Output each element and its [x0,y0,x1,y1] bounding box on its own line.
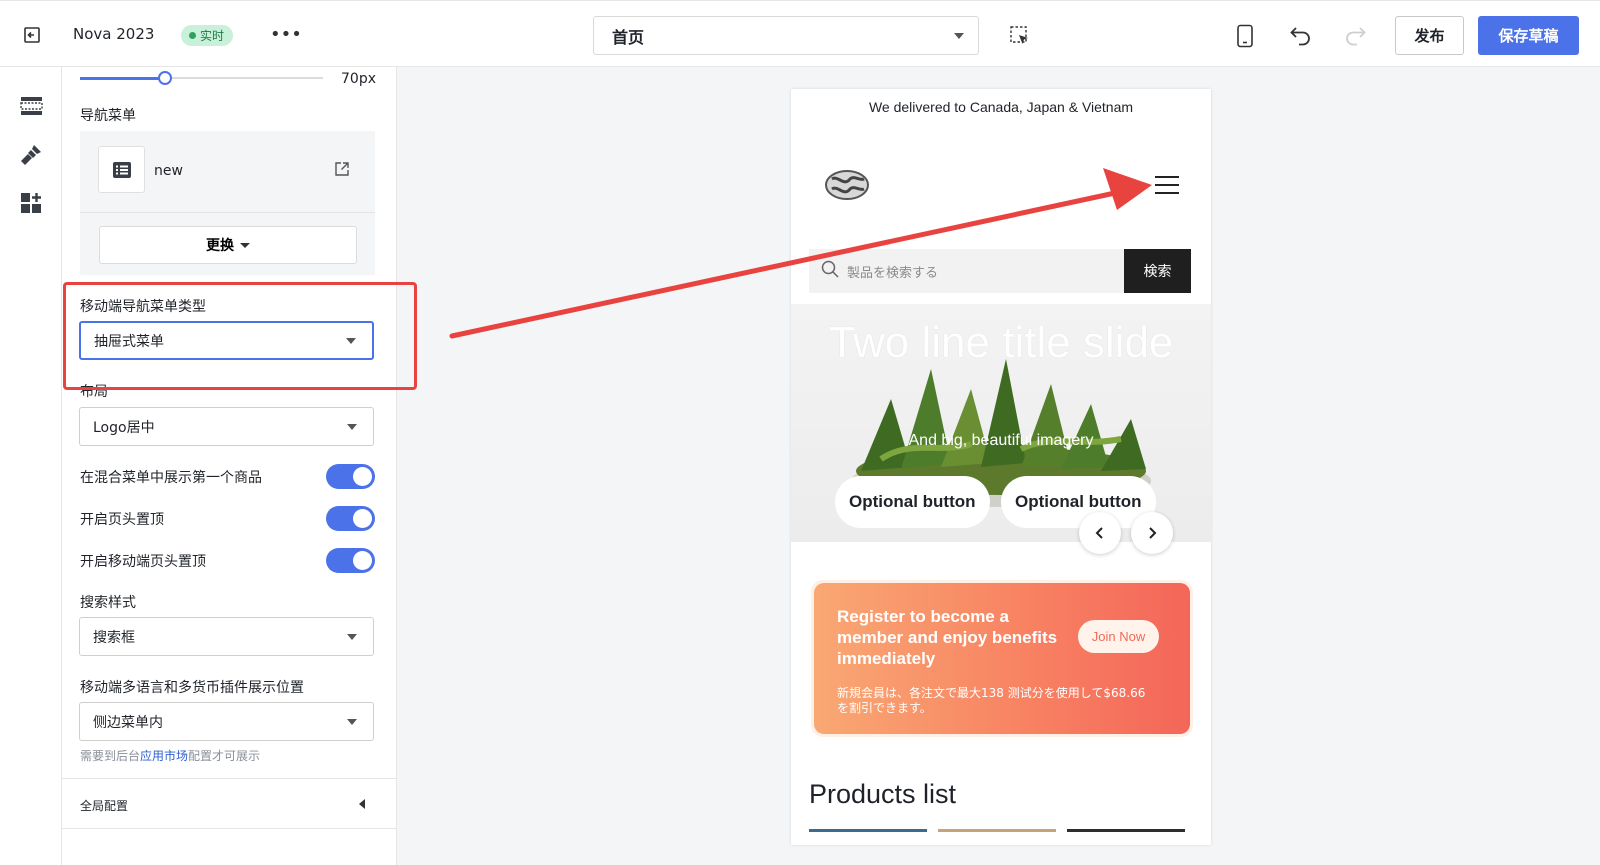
top-toolbar: Nova 2023 实时 ••• 首页 发布 保存草稿 [0,0,1600,67]
cart-icon[interactable] [1104,171,1128,195]
external-link-icon[interactable] [334,161,350,177]
search-icon [821,260,839,282]
live-dot-icon [189,32,196,39]
plugin-position-select[interactable]: 侧边菜单内 [79,702,374,741]
plugin-position-label: 移动端多语言和多货币插件展示位置 [80,680,304,696]
chevron-down-icon [346,337,356,344]
logo-width-value: 70px [341,71,376,87]
product-thumbnail[interactable] [1067,829,1185,845]
toggle-label-mobile-sticky-header: 开启移动端页头置顶 [80,554,206,570]
mobile-menu-type-value: 抽屉式菜单 [94,333,164,350]
sections-icon[interactable] [20,94,43,117]
member-promo-banner: Register to become a member and enjoy be… [811,580,1193,737]
caret-down-icon [240,242,250,248]
layout-value: Logo居中 [93,419,155,436]
toggle-knob [353,467,372,486]
nav-menu-label: 导航菜单 [80,108,136,124]
chevron-down-icon [347,423,357,430]
product-thumbnail[interactable] [809,829,927,845]
global-config-label: 全局配置 [80,799,129,813]
hero-slideshow: Two line title slide And big, beautiful … [791,304,1211,542]
page-selector[interactable]: 首页 [593,16,979,55]
mobile-menu-type-label: 移动端导航菜单类型 [80,299,206,315]
hint-prefix: 需要到后台 [80,749,141,763]
chevron-left-icon [1095,527,1103,539]
app-market-link[interactable]: 应用市场 [140,749,188,763]
announcement-bar: We delivered to Canada, Japan & Vietnam [868,99,1134,115]
hero-title: Two line title slide [828,318,1174,367]
apps-icon[interactable] [20,191,43,214]
mobile-preview-icon[interactable] [1236,24,1254,48]
hero-subtitle: And big, beautiful imagery [908,432,1094,449]
slide-prev-button[interactable] [1079,512,1121,554]
toggle-first-product[interactable] [326,464,375,489]
layout-select[interactable]: Logo居中 [79,407,374,446]
replace-menu-button[interactable]: 更换 [99,226,357,264]
chevron-down-icon [954,32,964,39]
exit-editor-icon[interactable] [22,25,42,45]
layout-label: 布局 [80,384,108,400]
chevron-down-icon [347,633,357,640]
search-style-label: 搜索样式 [80,595,136,611]
theme-brush-icon[interactable] [20,143,43,166]
toggle-label-first-product: 在混合菜单中展示第一个商品 [80,470,262,486]
toggle-sticky-header[interactable] [326,506,375,531]
promo-card: Register to become a member and enjoy be… [814,583,1190,734]
search-style-select[interactable]: 搜索框 [79,617,374,656]
global-config-row[interactable]: 全局配置 [62,778,397,829]
hero-optional-button-1[interactable]: Optional button [835,476,990,528]
hamburger-menu-icon[interactable] [1154,175,1180,195]
products-list-title: Products list [809,779,957,809]
toggle-label-sticky-header: 开启页头置顶 [80,512,164,528]
slide-next-button[interactable] [1131,512,1173,554]
caret-left-icon [359,799,365,809]
logo-width-slider-fill [80,77,165,80]
nav-menu-card: new 更换 [80,131,375,275]
chevron-right-icon [1149,527,1157,539]
product-thumbnail[interactable] [938,829,1056,845]
page-selector-value: 首页 [612,27,645,47]
undo-icon[interactable] [1288,23,1314,47]
promo-title: Register to become a member and enjoy be… [837,607,1058,668]
divider [80,212,375,213]
replace-label: 更换 [206,237,234,253]
mobile-menu-type-select[interactable]: 抽屉式菜单 [79,321,374,360]
menu-list-icon [98,146,145,193]
more-options-icon[interactable]: ••• [270,25,302,45]
editor-sidebar-rail [0,67,62,865]
plugin-hint: 需要到后台应用市场配置才可展示 [80,747,260,764]
promo-description: 新規会員は、各注文で最大138 测试分を使用して$68.66を割引できます。 [837,686,1146,715]
plugin-position-value: 侧边菜单内 [93,714,163,731]
hero-optional-button-2[interactable]: Optional button [1001,476,1156,528]
live-status-badge: 实时 [181,25,234,46]
nav-menu-name: new [154,163,183,179]
mobile-preview-frame: We delivered to Canada, Japan & Vietnam … [791,89,1211,845]
join-now-button[interactable]: Join Now [1078,620,1159,653]
search-button[interactable]: 検索 [1124,249,1191,293]
live-badge-label: 实时 [200,29,225,43]
toggle-knob [353,509,372,528]
search-input[interactable]: 製品を検索する [809,249,1124,293]
select-element-icon[interactable] [1009,25,1031,47]
save-draft-button[interactable]: 保存草稿 [1478,16,1579,55]
preview-canvas: We delivered to Canada, Japan & Vietnam … [397,67,1600,865]
publish-button[interactable]: 发布 [1395,16,1464,55]
store-logo[interactable] [824,167,870,203]
theme-name: Nova 2023 [73,25,155,43]
chevron-down-icon [347,718,357,725]
search-placeholder: 製品を検索する [847,265,939,281]
redo-icon[interactable] [1342,23,1368,47]
search-style-value: 搜索框 [93,629,135,646]
logo-width-slider-thumb[interactable] [158,71,172,85]
hint-suffix: 配置才可展示 [188,749,261,763]
toggle-mobile-sticky-header[interactable] [326,548,375,573]
toggle-knob [353,551,372,570]
header-settings-panel: 70px 导航菜单 new 更换 移动端导航菜单类型 抽屉式菜单 布局 Logo… [62,67,397,865]
